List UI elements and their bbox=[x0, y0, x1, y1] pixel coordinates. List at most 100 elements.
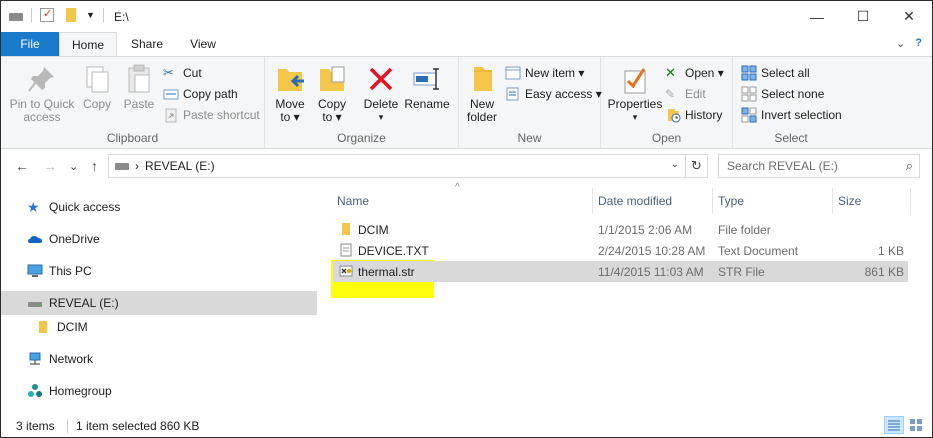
details-view-button[interactable] bbox=[884, 416, 904, 434]
copy-to-label-line2: to ▾ bbox=[322, 110, 342, 124]
str-file-icon bbox=[339, 264, 353, 281]
address-bar[interactable]: › REVEAL (E:) ⌄ ↻ bbox=[108, 154, 708, 178]
invert-selection-icon bbox=[741, 107, 757, 123]
properties-label-line1: Properties bbox=[607, 97, 663, 111]
file-row-selected[interactable]: thermal.str 11/4/2015 11:03 AM STR File … bbox=[333, 261, 908, 282]
column-header-date[interactable]: Date modified bbox=[598, 192, 708, 216]
window-title: E:\ bbox=[114, 10, 129, 24]
properties-icon bbox=[619, 63, 651, 95]
file-size: 1 KB bbox=[877, 244, 904, 258]
nav-item-reveal-drive[interactable]: REVEAL (E:) bbox=[1, 291, 317, 315]
column-divider[interactable] bbox=[712, 188, 713, 214]
nav-item-label: Homegroup bbox=[49, 384, 112, 398]
maximize-button[interactable]: ☐ bbox=[840, 1, 886, 32]
nav-item-onedrive[interactable]: OneDrive bbox=[1, 227, 317, 251]
tab-home[interactable]: Home bbox=[59, 32, 117, 56]
copy-to-icon bbox=[316, 63, 348, 95]
title-bar: ✓ ▼ E:\ — ☐ ✕ bbox=[1, 1, 932, 32]
edit-button[interactable]: ✎ Edit bbox=[665, 84, 706, 104]
nav-item-this-pc[interactable]: This PC bbox=[1, 259, 317, 283]
pin-to-quick-access-button[interactable]: Pin to Quick access bbox=[9, 63, 75, 124]
window-controls: — ☐ ✕ bbox=[794, 1, 932, 32]
copy-path-label: Copy path bbox=[183, 87, 238, 101]
delete-button[interactable]: Delete ▾ bbox=[361, 63, 401, 124]
up-button[interactable]: ↑ bbox=[91, 158, 98, 174]
status-selection: 1 item selected 860 KB bbox=[76, 419, 200, 433]
nav-item-network[interactable]: Network bbox=[1, 347, 317, 371]
cut-button[interactable]: ✂ Cut bbox=[163, 63, 202, 83]
nav-item-quick-access[interactable]: ★ Quick access bbox=[1, 195, 317, 219]
cut-label: Cut bbox=[183, 66, 202, 80]
new-folder-button[interactable]: New folder bbox=[463, 63, 501, 124]
search-icon[interactable]: ⌕ bbox=[906, 158, 913, 174]
invert-selection-button[interactable]: Invert selection bbox=[741, 105, 842, 125]
status-item-count: 3 items bbox=[16, 419, 55, 433]
file-date: 1/1/2015 2:06 AM bbox=[598, 223, 693, 237]
select-all-button[interactable]: Select all bbox=[741, 63, 810, 83]
move-to-button[interactable]: Move to ▾ bbox=[271, 63, 309, 124]
refresh-button[interactable]: ↻ bbox=[685, 155, 707, 177]
clipboard-group-label: Clipboard bbox=[106, 131, 159, 145]
paste-shortcut-button[interactable]: Paste shortcut bbox=[163, 105, 260, 125]
easy-access-button[interactable]: Easy access ▾ bbox=[505, 84, 602, 104]
rename-label: Rename bbox=[404, 97, 450, 111]
scissors-icon: ✂ bbox=[163, 65, 174, 80]
address-dropdown-icon[interactable]: ⌄ bbox=[671, 159, 679, 170]
edit-label: Edit bbox=[685, 87, 706, 101]
select-none-label: Select none bbox=[761, 87, 825, 101]
properties-button[interactable]: Properties ▾ bbox=[605, 63, 665, 124]
collapse-ribbon-icon[interactable]: ⌄ bbox=[896, 37, 905, 50]
forward-button[interactable]: → bbox=[43, 158, 57, 174]
ribbon-tabs: File Home Share View ⌄ ? bbox=[1, 32, 932, 56]
tab-view[interactable]: View bbox=[175, 32, 231, 56]
file-type: File folder bbox=[718, 223, 771, 237]
rename-button[interactable]: Rename bbox=[403, 63, 451, 111]
new-group: New folder New item ▾ Easy access ▾ New bbox=[459, 57, 602, 149]
column-header-type[interactable]: Type bbox=[718, 192, 828, 216]
nav-item-dcim[interactable]: DCIM bbox=[1, 315, 317, 339]
paste-button[interactable]: Paste bbox=[119, 63, 159, 111]
open-button[interactable]: ✕ Open ▾ bbox=[665, 63, 724, 83]
column-divider[interactable] bbox=[910, 188, 911, 214]
help-icon[interactable]: ? bbox=[915, 37, 922, 50]
select-all-icon bbox=[741, 65, 757, 81]
column-divider[interactable] bbox=[832, 188, 833, 214]
back-button[interactable]: ← bbox=[15, 158, 29, 174]
large-icons-view-button[interactable] bbox=[907, 416, 927, 434]
toolbar-divider bbox=[102, 8, 104, 22]
copy-path-button[interactable]: Copy path bbox=[163, 84, 238, 104]
new-item-icon bbox=[505, 65, 521, 81]
properties-check-icon[interactable]: ✓ bbox=[40, 8, 54, 22]
clipboard-group: Pin to Quick access Copy Paste ✂ Cut Cop… bbox=[1, 57, 265, 149]
close-button[interactable]: ✕ bbox=[886, 1, 932, 32]
nav-item-homegroup[interactable]: Homegroup bbox=[1, 379, 317, 403]
search-input[interactable]: Search REVEAL (E:) ⌕ bbox=[718, 154, 920, 178]
drive-icon bbox=[9, 13, 23, 21]
column-header-name[interactable]: Name bbox=[337, 192, 587, 216]
file-row[interactable]: DCIM 1/1/2015 2:06 AM File folder bbox=[333, 219, 908, 240]
column-divider[interactable] bbox=[592, 188, 593, 214]
address-location[interactable]: REVEAL (E:) bbox=[145, 159, 215, 173]
new-item-button[interactable]: New item ▾ bbox=[505, 63, 584, 83]
nav-item-label: This PC bbox=[49, 264, 92, 278]
copy-button[interactable]: Copy bbox=[79, 63, 115, 111]
tab-file[interactable]: File bbox=[1, 32, 59, 56]
new-folder-icon[interactable] bbox=[66, 8, 76, 22]
customize-toolbar-icon[interactable]: ▼ bbox=[86, 10, 95, 20]
file-type: Text Document bbox=[718, 244, 799, 258]
column-header-size[interactable]: Size bbox=[838, 192, 908, 216]
nav-item-label: REVEAL (E:) bbox=[49, 296, 119, 310]
tab-share[interactable]: Share bbox=[119, 32, 175, 56]
select-none-button[interactable]: Select none bbox=[741, 84, 824, 104]
pin-label-line2: access bbox=[23, 110, 61, 124]
delete-x-icon bbox=[365, 63, 397, 95]
file-row[interactable]: DEVICE.TXT 2/24/2015 10:28 AM Text Docum… bbox=[333, 240, 908, 261]
recent-locations-button[interactable]: ⌄ bbox=[69, 160, 78, 173]
copy-path-icon bbox=[163, 86, 179, 102]
history-button[interactable]: History bbox=[665, 105, 722, 125]
file-list: ^ Name Date modified Type Size DCIM 1/1/… bbox=[317, 182, 932, 413]
minimize-button[interactable]: — bbox=[794, 1, 840, 32]
copy-to-button[interactable]: Copy to ▾ bbox=[313, 63, 351, 124]
copy-label: Copy bbox=[82, 97, 111, 111]
paste-shortcut-icon bbox=[163, 107, 179, 123]
